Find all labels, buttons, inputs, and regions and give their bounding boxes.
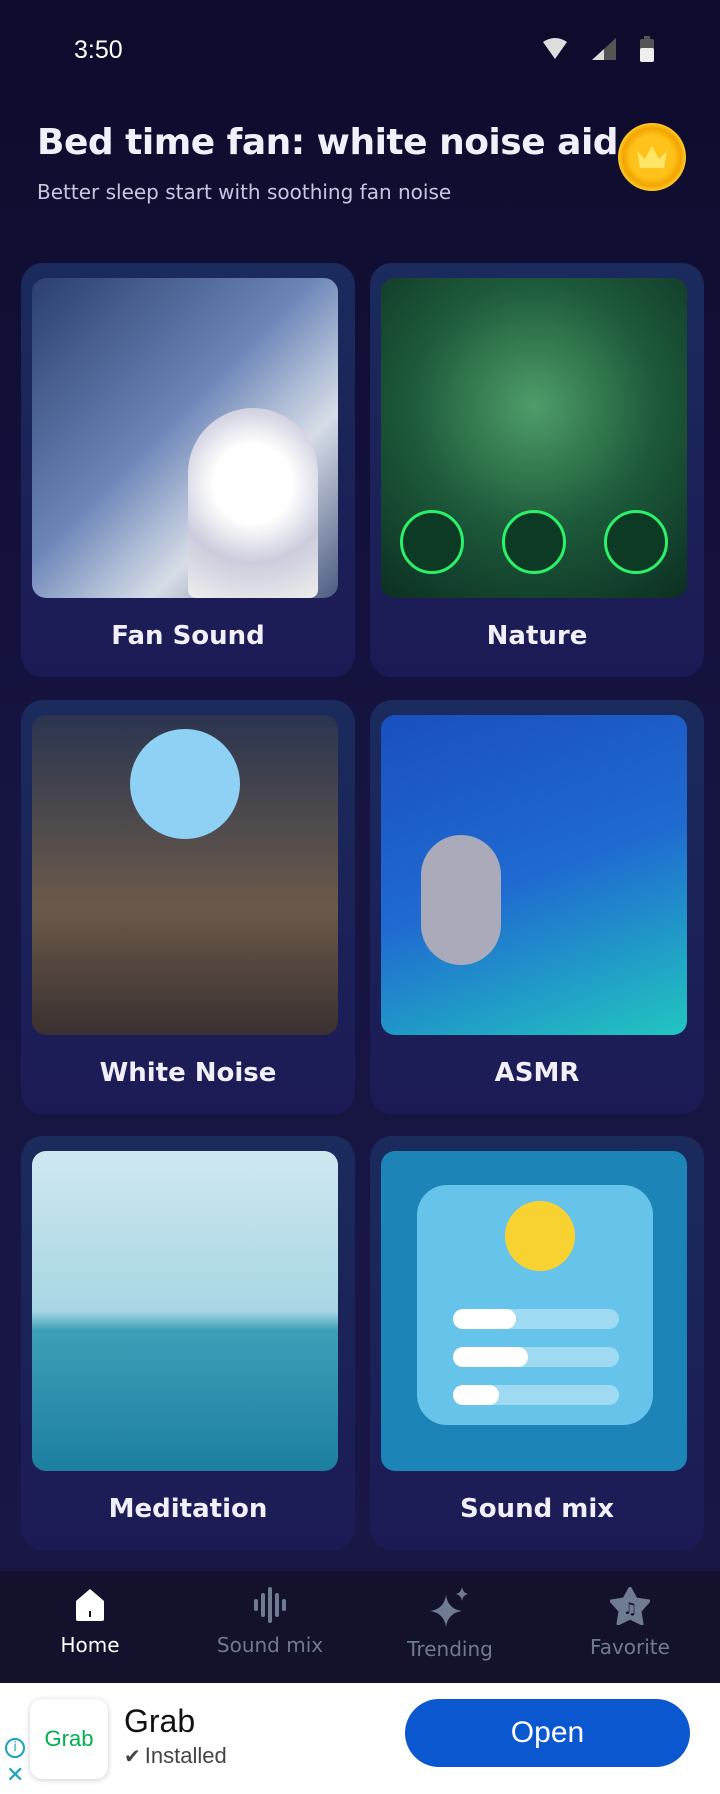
bird-icon[interactable] (400, 510, 464, 574)
waveform-icon (254, 1587, 286, 1623)
ad-open-button[interactable]: Open (405, 1699, 690, 1767)
card-label: Fan Sound (111, 621, 265, 651)
ad-info-icon[interactable]: i (5, 1738, 25, 1758)
page-title: Bed time fan: white noise aid (37, 122, 619, 163)
category-card-white-noise[interactable]: White Noise (21, 700, 355, 1114)
nav-home[interactable]: Home (0, 1571, 180, 1683)
white-noise-image (32, 715, 338, 1035)
card-label: White Noise (99, 1058, 277, 1088)
category-card-meditation[interactable]: Meditation (21, 1136, 355, 1550)
crown-coin-icon[interactable] (618, 123, 686, 191)
meditation-image (32, 1151, 338, 1471)
wave-icon[interactable] (604, 510, 668, 574)
ad-close-icon[interactable]: ✕ (6, 1763, 24, 1788)
nav-favorite[interactable]: ♫ Favorite (540, 1571, 720, 1683)
page-subtitle: Better sleep start with soothing fan noi… (37, 180, 452, 204)
card-label: ASMR (494, 1058, 580, 1088)
home-icon (76, 1589, 104, 1621)
wifi-icon (543, 38, 567, 59)
ad-install-status: Installed (144, 1743, 227, 1768)
bottom-nav: Home Sound mix Trending ♫ Favorite (0, 1571, 720, 1683)
ad-app-name: Grab (124, 1703, 196, 1739)
signal-icon (592, 38, 616, 60)
category-card-sound-mix[interactable]: Sound mix (370, 1136, 704, 1550)
sparkle-icon (430, 1587, 468, 1627)
category-card-nature[interactable]: Nature (370, 263, 704, 677)
nav-trending[interactable]: Trending (360, 1571, 540, 1683)
card-label: Nature (486, 621, 588, 651)
leaf-icon[interactable] (502, 510, 566, 574)
asmr-image (381, 715, 687, 1035)
category-card-asmr[interactable]: ASMR (370, 700, 704, 1114)
clock: 3:50 (74, 36, 123, 64)
star-music-icon: ♫ (610, 1587, 650, 1625)
nav-sound-mix[interactable]: Sound mix (180, 1571, 360, 1683)
installed-check-icon: ✔ (124, 1744, 141, 1768)
status-bar: 3:50 (0, 0, 720, 100)
svg-text:♫: ♫ (623, 1599, 637, 1618)
card-label: Meditation (108, 1494, 268, 1524)
fan-sound-image (32, 278, 338, 598)
ad-banner[interactable]: i ✕ Grab Grab ✔ Installed Open (0, 1683, 720, 1794)
nature-image (381, 278, 687, 598)
category-card-fan-sound[interactable]: Fan Sound (21, 263, 355, 677)
battery-icon (640, 36, 654, 62)
sound-mix-image (381, 1151, 687, 1471)
card-label: Sound mix (459, 1494, 615, 1524)
ad-app-logo: Grab (30, 1699, 108, 1779)
